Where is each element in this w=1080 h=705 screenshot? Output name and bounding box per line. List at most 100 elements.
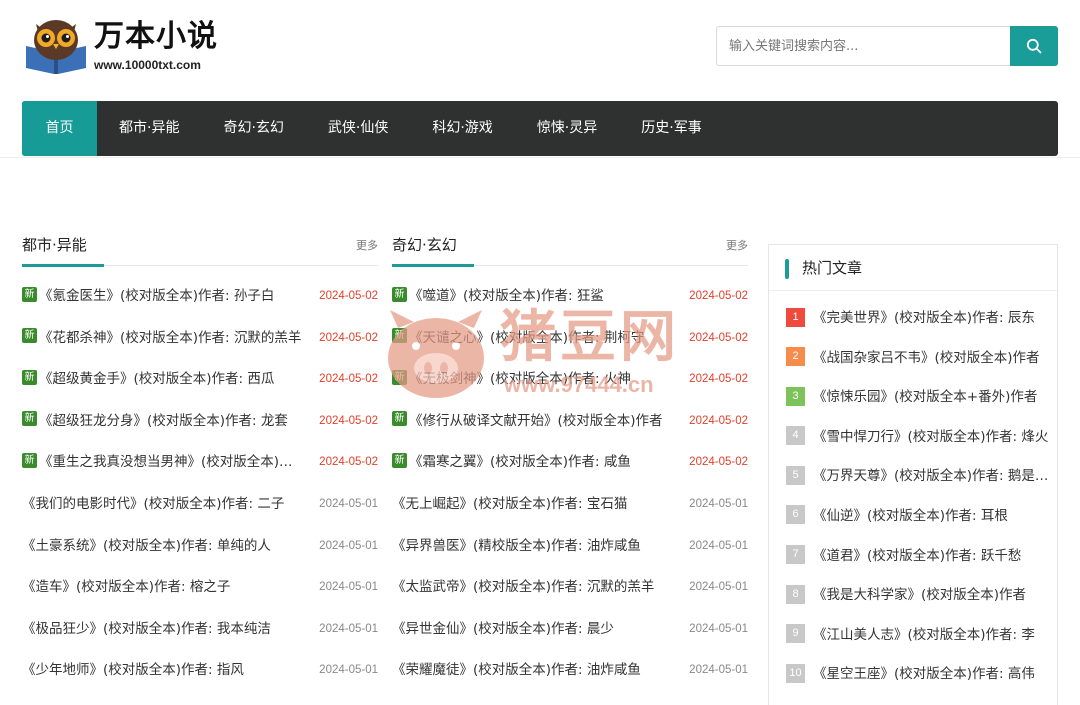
article-link[interactable]: 《荣耀魔徒》(校对版全本)作者: 油炸咸鱼 xyxy=(392,650,641,692)
article-date: 2024-05-01 xyxy=(319,539,378,552)
list-item: 新《天谴之心》(校对版全本)作者: 荆柯守 2024-05-02 xyxy=(392,318,748,360)
article-link[interactable]: 《重生之我真没想当男神》(校对版全本)作者 xyxy=(39,442,305,484)
column-title: 都市·异能 xyxy=(22,236,87,254)
article-date: 2024-05-02 xyxy=(689,331,748,344)
site-header: 万本小说 www.10000txt.com xyxy=(0,0,1080,100)
article-list: 新《噬道》(校对版全本)作者: 狂鲨 2024-05-02 新《天谴之心》(校对版… xyxy=(392,276,748,692)
article-link[interactable]: 《无上崛起》(校对版全本)作者: 宝石猫 xyxy=(392,484,627,526)
article-date: 2024-05-02 xyxy=(689,373,748,386)
article-link[interactable]: 《异世金仙》(校对版全本)作者: 晨少 xyxy=(392,609,614,651)
nav-item-urban[interactable]: 都市·异能 xyxy=(97,101,201,156)
column-header: 都市·异能 更多 xyxy=(22,228,378,267)
new-badge: 新 xyxy=(22,286,37,302)
header-divider xyxy=(0,157,1080,158)
article-link[interactable]: 《花都杀神》(校对版全本)作者: 沉默的羔羊 xyxy=(39,318,301,360)
new-badge: 新 xyxy=(22,369,37,385)
nav-item-home[interactable]: 首页 xyxy=(22,101,97,156)
article-date: 2024-05-02 xyxy=(319,414,378,427)
article-link[interactable]: 《天谴之心》(校对版全本)作者: 荆柯守 xyxy=(409,318,644,360)
new-badge: 新 xyxy=(392,411,407,427)
new-badge: 新 xyxy=(22,452,37,468)
search-box xyxy=(716,26,1058,66)
hot-article-link[interactable]: 《我是大科学家》(校对版全本)作者 xyxy=(813,576,1026,616)
list-item: 《土豪系统》(校对版全本)作者: 单纯的人 2024-05-01 xyxy=(22,526,378,568)
hot-article-link[interactable]: 《星空王座》(校对版全本)作者: 高伟 xyxy=(813,655,1035,695)
article-link[interactable]: 《无极剑神》(校对版全本)作者: 火神 xyxy=(409,359,631,401)
new-badge: 新 xyxy=(392,452,407,468)
article-date: 2024-05-02 xyxy=(319,331,378,344)
nav-item-history[interactable]: 历史·军事 xyxy=(619,101,723,156)
article-link[interactable]: 《极品狂少》(校对版全本)作者: 我本纯洁 xyxy=(22,609,271,651)
owl-book-logo-icon xyxy=(26,20,86,74)
rank-badge: 8 xyxy=(786,584,805,604)
list-item: 《异世金仙》(校对版全本)作者: 晨少 2024-05-01 xyxy=(392,609,748,651)
article-link[interactable]: 《超级狂龙分身》(校对版全本)作者: 龙套 xyxy=(39,401,288,443)
rank-badge: 6 xyxy=(786,505,805,525)
article-link[interactable]: 《造车》(校对版全本)作者: 榕之子 xyxy=(22,567,230,609)
article-link[interactable]: 《氪金医生》(校对版全本)作者: 孙子白 xyxy=(39,276,274,318)
hot-articles-header: 热门文章 xyxy=(769,245,1057,291)
article-link[interactable]: 《少年地师》(校对版全本)作者: 指风 xyxy=(22,650,244,692)
nav-item-horror[interactable]: 惊悚·灵异 xyxy=(515,101,619,156)
list-item: 《荣耀魔徒》(校对版全本)作者: 油炸咸鱼 2024-05-01 xyxy=(392,650,748,692)
article-link[interactable]: 《超级黄金手》(校对版全本)作者: 西瓜 xyxy=(39,359,274,401)
article-date: 2024-05-02 xyxy=(319,373,378,386)
nav-item-scifi[interactable]: 科幻·游戏 xyxy=(410,101,514,156)
site-brand-name: 万本小说 xyxy=(94,19,218,54)
article-link[interactable]: 《霜寒之翼》(校对版全本)作者: 咸鱼 xyxy=(409,442,631,484)
main-nav: 首页 都市·异能 奇幻·玄幻 武侠·仙侠 科幻·游戏 惊悚·灵异 历史·军事 xyxy=(22,101,1058,156)
article-link[interactable]: 《土豪系统》(校对版全本)作者: 单纯的人 xyxy=(22,526,271,568)
hot-list-item: 5 《万界天尊》(校对版全本)作者: 鹅是老五 xyxy=(769,457,1057,497)
article-list: 新《氪金医生》(校对版全本)作者: 孙子白 2024-05-02 新《花都杀神》(… xyxy=(22,276,378,692)
rank-badge: 3 xyxy=(786,386,805,406)
rank-badge: 1 xyxy=(786,307,805,327)
hot-list-item: 6 《仙逆》(校对版全本)作者: 耳根 xyxy=(769,497,1057,537)
hot-list-item: 9 《江山美人志》(校对版全本)作者: 李 xyxy=(769,616,1057,656)
hot-article-link[interactable]: 《道君》(校对版全本)作者: 跃千愁 xyxy=(813,537,1021,577)
search-input[interactable] xyxy=(716,26,1011,66)
article-link[interactable]: 《修行从破译文献开始》(校对版全本)作者 xyxy=(409,401,663,443)
hot-article-link[interactable]: 《惊悚乐园》(校对版全本+番外)作者 xyxy=(813,378,1037,418)
list-item: 《无上崛起》(校对版全本)作者: 宝石猫 2024-05-01 xyxy=(392,484,748,526)
article-link[interactable]: 《异界兽医》(精校版全本)作者: 油炸咸鱼 xyxy=(392,526,641,568)
list-item: 新《霜寒之翼》(校对版全本)作者: 咸鱼 2024-05-02 xyxy=(392,442,748,484)
site-logo[interactable]: 万本小说 www.10000txt.com xyxy=(24,16,264,76)
hot-article-link[interactable]: 《万界天尊》(校对版全本)作者: 鹅是老五 xyxy=(813,457,1049,497)
more-link[interactable]: 更多 xyxy=(356,237,378,253)
hot-list-item: 10 《星空王座》(校对版全本)作者: 高伟 xyxy=(769,655,1057,695)
article-date: 2024-05-02 xyxy=(319,290,378,302)
list-item: 新《修行从破译文献开始》(校对版全本)作者 2024-05-02 xyxy=(392,401,748,443)
article-date: 2024-05-01 xyxy=(319,581,378,594)
hot-list-item: 8 《我是大科学家》(校对版全本)作者 xyxy=(769,576,1057,616)
hot-list-item: 2 《战国杂家吕不韦》(校对版全本)作者 xyxy=(769,339,1057,379)
new-badge: 新 xyxy=(392,328,407,344)
hot-list-item: 1 《完美世界》(校对版全本)作者: 辰东 xyxy=(769,299,1057,339)
nav-item-wuxia[interactable]: 武侠·仙侠 xyxy=(306,101,410,156)
nav-item-fantasy[interactable]: 奇幻·玄幻 xyxy=(201,101,305,156)
site-url: www.10000txt.com xyxy=(94,58,201,72)
article-date: 2024-05-01 xyxy=(689,581,748,594)
search-icon xyxy=(1026,38,1042,54)
hot-list-item: 3 《惊悚乐园》(校对版全本+番外)作者 xyxy=(769,378,1057,418)
hot-articles-panel: 热门文章 1 《完美世界》(校对版全本)作者: 辰东 2 《战国杂家吕不韦》(校对版… xyxy=(768,244,1058,705)
article-date: 2024-05-01 xyxy=(689,622,748,635)
rank-badge: 10 xyxy=(786,663,805,683)
hot-article-link[interactable]: 《江山美人志》(校对版全本)作者: 李 xyxy=(813,616,1035,656)
article-date: 2024-05-01 xyxy=(319,497,378,510)
hot-article-link[interactable]: 《雪中悍刀行》(校对版全本)作者: 烽火 xyxy=(813,418,1048,458)
article-date: 2024-05-01 xyxy=(689,664,748,677)
column-title-underline xyxy=(392,264,474,267)
hot-list-item: 7 《道君》(校对版全本)作者: 跃千愁 xyxy=(769,537,1057,577)
hot-article-link[interactable]: 《完美世界》(校对版全本)作者: 辰东 xyxy=(813,299,1035,339)
article-link[interactable]: 《太监武帝》(校对版全本)作者: 沉默的羔羊 xyxy=(392,567,654,609)
hot-article-link[interactable]: 《战国杂家吕不韦》(校对版全本)作者 xyxy=(813,339,1040,379)
more-link[interactable]: 更多 xyxy=(726,237,748,253)
list-item: 新《重生之我真没想当男神》(校对版全本)作者 2024-05-02 xyxy=(22,442,378,484)
article-link[interactable]: 《噬道》(校对版全本)作者: 狂鲨 xyxy=(409,276,604,318)
rank-badge: 2 xyxy=(786,347,805,367)
article-link[interactable]: 《我们的电影时代》(校对版全本)作者: 二子 xyxy=(22,484,284,526)
article-date: 2024-05-02 xyxy=(689,456,748,469)
search-button[interactable] xyxy=(1010,26,1058,66)
column-title-underline xyxy=(22,264,104,267)
hot-article-link[interactable]: 《仙逆》(校对版全本)作者: 耳根 xyxy=(813,497,1008,537)
